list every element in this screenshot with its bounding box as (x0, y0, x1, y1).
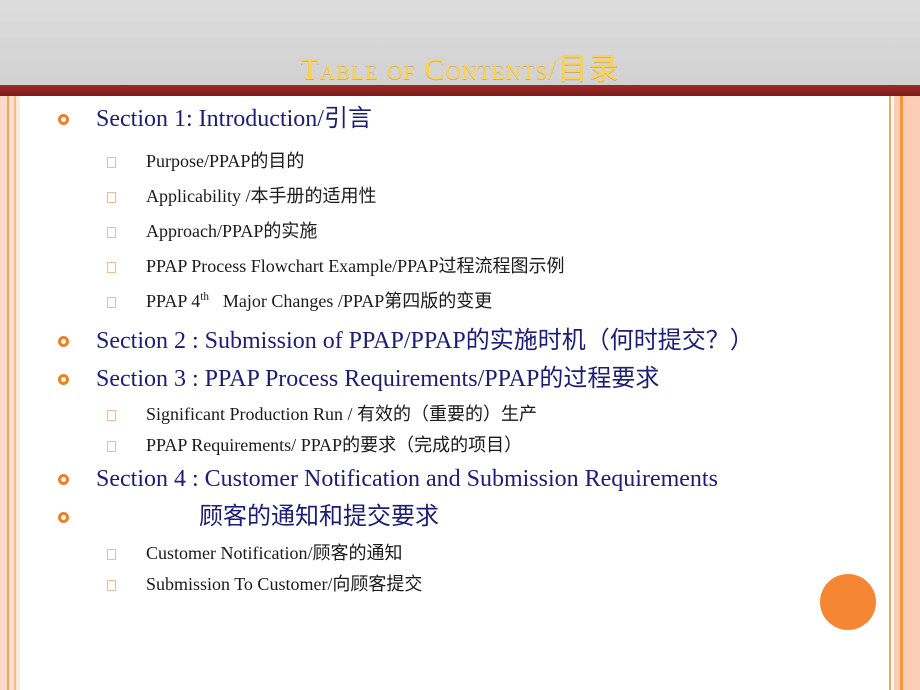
bullet-slot-level-2 (0, 401, 146, 421)
list-item[interactable]: Approach/PPAP的实施 (0, 218, 880, 249)
list-item[interactable]: Section 1: Introduction/引言 (0, 104, 880, 138)
superscript-ordinal: th (200, 291, 209, 303)
list-item[interactable]: Significant Production Run / 有效的（重要的）生产 (0, 401, 880, 432)
toc-item-purpose: Purpose/PPAP的目的 (146, 151, 305, 171)
header-divider-rule (0, 85, 920, 96)
toc-item-submission-to-customer: Submission To Customer/向顾客提交 (146, 574, 423, 594)
bullet-slot-level-2 (0, 148, 146, 168)
toc-item-section-4: Section 4 : Customer Notification and Su… (96, 466, 718, 492)
list-item[interactable]: Purpose/PPAP的目的 (0, 148, 880, 179)
bullet-slot-level-2 (0, 571, 146, 591)
bullet-slot-level-2 (0, 432, 146, 452)
list-item[interactable]: Section 3 : PPAP Process Requirements/PP… (0, 364, 880, 398)
square-bullet-icon (107, 549, 116, 560)
square-bullet-icon (107, 262, 116, 273)
toc-item-flowchart-example: PPAP Process Flowchart Example/PPAP过程流程图… (146, 256, 565, 276)
square-bullet-icon (107, 441, 116, 452)
bullet-slot-level-1 (0, 464, 96, 485)
ring-bullet-icon (58, 512, 69, 523)
list-item[interactable]: Submission To Customer/向顾客提交 (0, 571, 880, 602)
bullet-slot-level-2 (0, 253, 146, 273)
bullet-slot-level-2 (0, 540, 146, 560)
slide-canvas: Table of Contents/目录 Section 1: Introduc… (0, 0, 920, 690)
list-item[interactable]: Customer Notification/顾客的通知 (0, 540, 880, 571)
toc-item-section-1: Section 1: Introduction/引言 (96, 106, 372, 132)
square-bullet-icon (107, 410, 116, 421)
toc-item-section-3: Section 3 : PPAP Process Requirements/PP… (96, 366, 660, 392)
ring-bullet-icon (58, 114, 69, 125)
list-item[interactable]: PPAP Process Flowchart Example/PPAP过程流程图… (0, 253, 880, 284)
toc-item-section-2: Section 2 : Submission of PPAP/PPAP的实施时机… (96, 328, 754, 354)
list-item[interactable]: PPAP 4th Major Changes /PPAP第四版的变更 (0, 288, 880, 319)
right-stripe-fill-2 (903, 96, 920, 690)
square-bullet-icon (107, 297, 116, 308)
square-bullet-icon (107, 192, 116, 203)
ring-bullet-icon (58, 336, 69, 347)
bullet-slot-level-2 (0, 288, 146, 308)
toc-item-approach: Approach/PPAP的实施 (146, 221, 318, 241)
bullet-slot-level-1 (0, 502, 96, 523)
list-item[interactable]: PPAP Requirements/ PPAP的要求（完成的项目） (0, 432, 880, 463)
bullet-slot-level-1 (0, 364, 96, 385)
list-item[interactable]: Applicability /本手册的适用性 (0, 183, 880, 214)
bullet-slot-level-1 (0, 326, 96, 347)
right-stripe-band (886, 96, 920, 690)
bullet-slot-level-2 (0, 218, 146, 238)
list-item[interactable]: 顾客的通知和提交要求 (0, 502, 880, 536)
square-bullet-icon (107, 157, 116, 168)
page-title: Table of Contents/目录 (300, 53, 620, 86)
table-of-contents-list: Section 1: Introduction/引言 Purpose/PPAP的目… (0, 96, 886, 690)
square-bullet-icon (107, 227, 116, 238)
toc-item-ppap-requirements: PPAP Requirements/ PPAP的要求（完成的项目） (146, 435, 523, 455)
bullet-slot-level-1 (0, 104, 96, 125)
ring-bullet-icon (58, 374, 69, 385)
toc-item-significant-production-run: Significant Production Run / 有效的（重要的）生产 (146, 404, 537, 424)
ring-bullet-icon (58, 474, 69, 485)
toc-item-customer-notification: Customer Notification/顾客的通知 (146, 543, 403, 563)
list-item[interactable]: Section 4 : Customer Notification and Su… (0, 464, 880, 498)
bullet-slot-level-2 (0, 183, 146, 203)
square-bullet-icon (107, 580, 116, 591)
toc-item-applicability: Applicability /本手册的适用性 (146, 186, 377, 206)
list-item[interactable]: Section 2 : Submission of PPAP/PPAP的实施时机… (0, 326, 880, 360)
toc-item-ppap-4th-major-changes: PPAP 4th Major Changes /PPAP第四版的变更 (146, 291, 493, 311)
toc-item-section-4-chinese: 顾客的通知和提交要求 (199, 504, 439, 530)
